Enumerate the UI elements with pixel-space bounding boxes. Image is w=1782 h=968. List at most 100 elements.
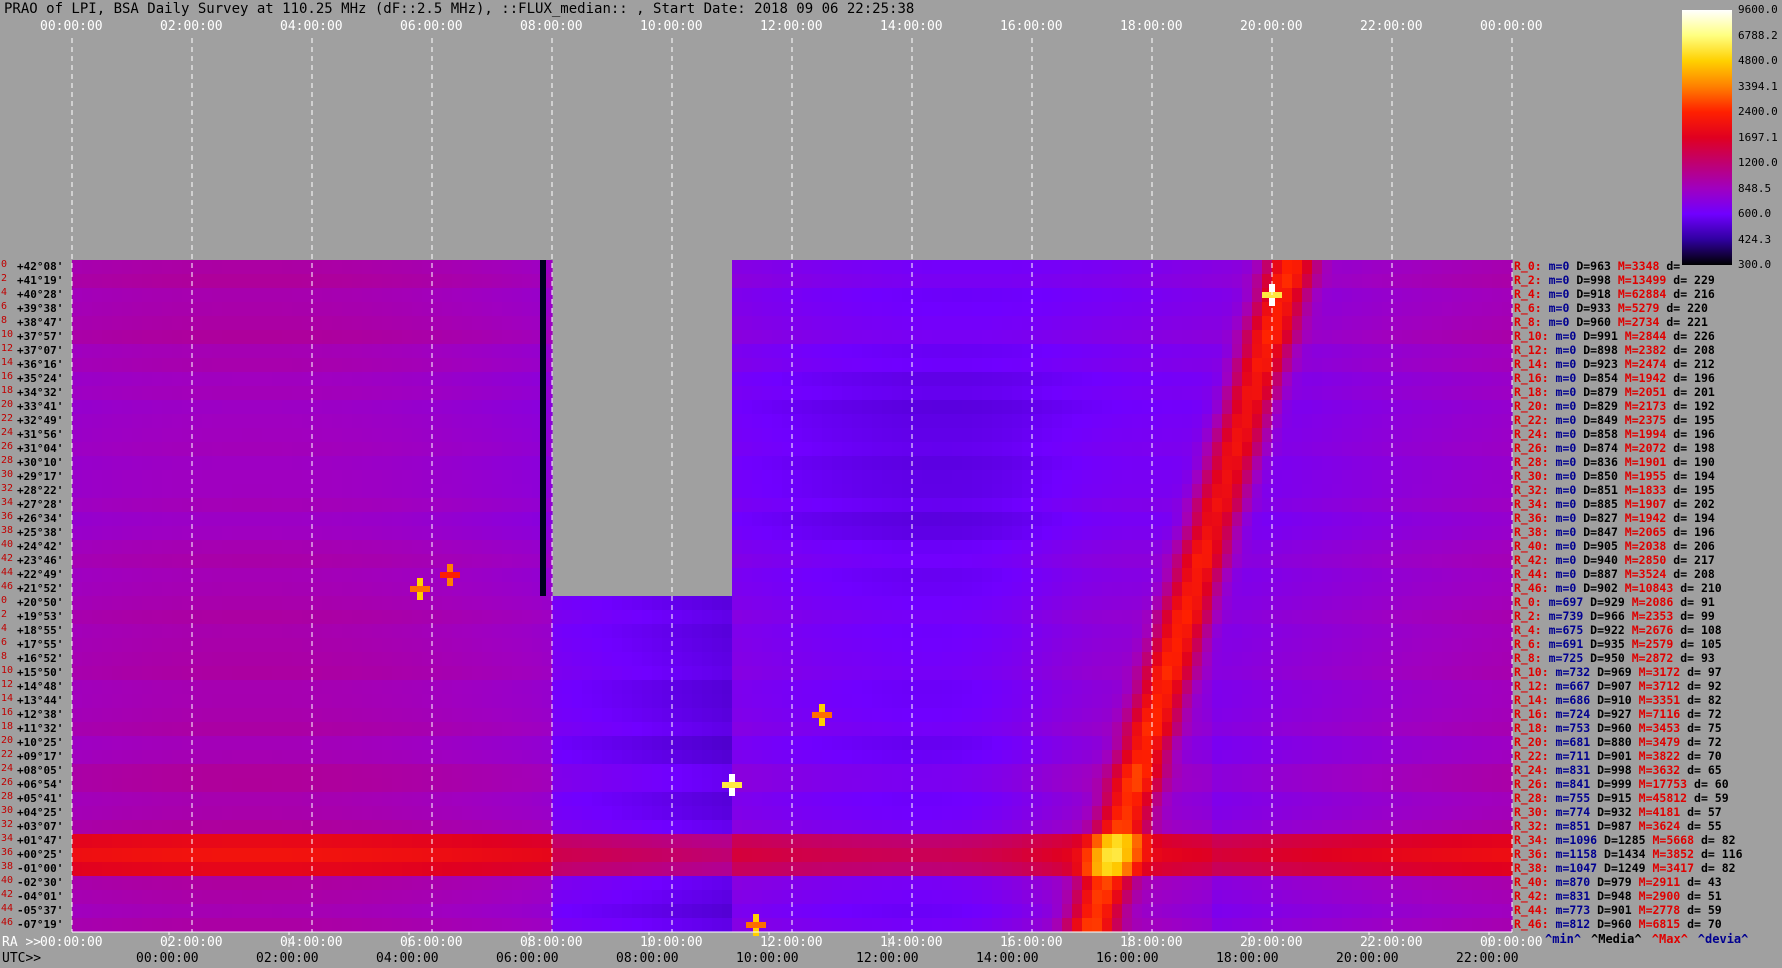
heatmap-cell: [1072, 554, 1083, 568]
heatmap-cell: [122, 344, 133, 358]
heatmap-cell: [782, 344, 793, 358]
heatmap-cell: [82, 456, 93, 470]
heatmap-cell: [342, 316, 353, 330]
heatmap-cell: [652, 638, 663, 652]
heatmap-cell: [1142, 470, 1153, 484]
heatmap-cell: [412, 386, 423, 400]
heatmap-cell: [1332, 386, 1343, 400]
heatmap-cell: [522, 596, 533, 610]
heatmap-cell: [262, 372, 273, 386]
heatmap-cell: [462, 554, 473, 568]
heatmap-cell: [942, 652, 953, 666]
heatmap-cell: [472, 694, 483, 708]
heatmap-cell: [1192, 344, 1203, 358]
heatmap-cell: [342, 582, 353, 596]
heatmap-cell: [922, 610, 933, 624]
heatmap-cell: [752, 372, 763, 386]
heatmap-cell: [412, 708, 423, 722]
heatmap-cell: [982, 526, 993, 540]
heatmap-cell: [552, 638, 563, 652]
heatmap-cell: [812, 680, 823, 694]
heatmap-cell: [1112, 638, 1123, 652]
heatmap-cell: [822, 470, 833, 484]
heatmap-cell: [842, 470, 853, 484]
heatmap-cell: [1372, 400, 1383, 414]
heatmap-cell: [992, 750, 1003, 764]
heatmap-cell: [72, 610, 83, 624]
heatmap-cell: [1052, 470, 1063, 484]
heatmap-cell: [1112, 694, 1123, 708]
heatmap-cell: [202, 610, 213, 624]
heatmap-cell: [322, 652, 333, 666]
heatmap-cell: [332, 498, 343, 512]
heatmap-cell: [1192, 386, 1203, 400]
heatmap-cell: [1442, 442, 1453, 456]
heatmap-cell: [1402, 540, 1413, 554]
heatmap-cell: [1432, 624, 1443, 638]
heatmap-cell: [412, 764, 423, 778]
heatmap-cell: [232, 638, 243, 652]
heatmap-cell: [912, 316, 923, 330]
heatmap-cell: [922, 554, 933, 568]
heatmap-cell: [1172, 302, 1183, 316]
heatmap-cell: [512, 638, 523, 652]
heatmap-cell: [942, 750, 953, 764]
heatmap-cell: [1252, 526, 1263, 540]
heatmap-cell: [342, 428, 353, 442]
heatmap-cell: [592, 624, 603, 638]
heatmap-cell: [1042, 638, 1053, 652]
heatmap-cell: [1282, 512, 1293, 526]
heatmap-cell: [972, 330, 983, 344]
heatmap-cell: [472, 736, 483, 750]
heatmap-cell: [132, 372, 143, 386]
heatmap-cell: [1242, 470, 1253, 484]
heatmap-cell: [1312, 400, 1323, 414]
heatmap-cell: [72, 288, 83, 302]
heatmap-cell: [112, 414, 123, 428]
heatmap-cell: [132, 638, 143, 652]
heatmap-cell: [942, 470, 953, 484]
heatmap-cell: [862, 582, 873, 596]
heatmap-cell: [122, 638, 133, 652]
heatmap-cell: [1432, 666, 1443, 680]
heatmap-cell: [762, 498, 773, 512]
heatmap-cell: [1452, 414, 1463, 428]
heatmap-cell: [422, 498, 433, 512]
heatmap-cell: [942, 456, 953, 470]
heatmap-cell: [1122, 652, 1133, 666]
heatmap-cell: [982, 778, 993, 792]
heatmap-cell: [1272, 358, 1283, 372]
heatmap-cell: [462, 582, 473, 596]
heatmap-cell: [152, 414, 163, 428]
heatmap-cell: [1172, 484, 1183, 498]
heatmap-cell: [342, 274, 353, 288]
heatmap-cell: [182, 358, 193, 372]
heatmap-cell: [1162, 330, 1173, 344]
heatmap-cell: [752, 288, 763, 302]
heatmap-cell: [1442, 274, 1453, 288]
heatmap-cell: [1002, 708, 1013, 722]
heatmap-cell: [342, 750, 353, 764]
heatmap-cell: [832, 764, 843, 778]
heatmap-cell: [1112, 596, 1123, 610]
heatmap-cell: [372, 624, 383, 638]
heatmap-cell: [1002, 400, 1013, 414]
heatmap-cell: [172, 694, 183, 708]
heatmap-cell: [72, 484, 83, 498]
heatmap-cell: [902, 302, 913, 316]
heatmap-cell: [312, 526, 323, 540]
heatmap-cell: [1012, 302, 1023, 316]
heatmap-cell: [992, 638, 1003, 652]
heatmap-cell: [192, 512, 203, 526]
heatmap-cell: [722, 736, 733, 750]
heatmap-cell: [852, 442, 863, 456]
heatmap-cell: [1162, 372, 1173, 386]
heatmap-cell: [892, 554, 903, 568]
heatmap-cell: [572, 596, 583, 610]
heatmap-cell: [1072, 386, 1083, 400]
heatmap-cell: [502, 274, 513, 288]
heatmap-cell: [182, 498, 193, 512]
heatmap-cell: [1052, 316, 1063, 330]
heatmap-cell: [1192, 484, 1203, 498]
heatmap-cell: [1052, 778, 1063, 792]
